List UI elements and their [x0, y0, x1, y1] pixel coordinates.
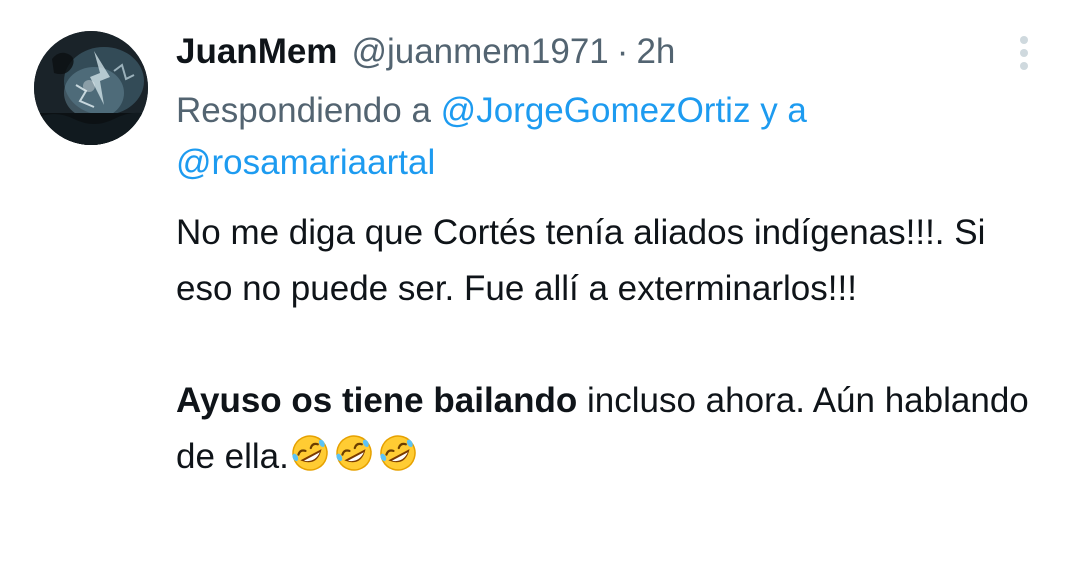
rolling-on-floor-laughing-emoji	[333, 432, 375, 474]
tweet-card[interactable]: JuanMem @juanmem1971 · 2h Respondiendo a…	[0, 0, 1066, 561]
mention-link-rosamariaartal[interactable]: @rosamariaartal	[176, 143, 435, 182]
reply-context: Respondiendo a @JorgeGomezOrtiz y a @ros…	[176, 85, 1006, 189]
tweet-text: No me diga que Cortés tenía aliados indí…	[176, 205, 1046, 485]
rolling-on-floor-laughing-emoji	[377, 432, 419, 474]
tweet-header: JuanMem @juanmem1971 · 2h	[176, 27, 675, 77]
tweet-paragraph-1: No me diga que Cortés tenía aliados indí…	[176, 213, 986, 308]
reply-prefix: Respondiendo a	[176, 91, 431, 130]
header-separator: ·	[616, 32, 629, 71]
bold-text: Ayuso os tiene bailando	[176, 381, 578, 420]
author-avatar[interactable]	[34, 31, 148, 145]
author-handle[interactable]: @juanmem1971	[351, 27, 608, 77]
mention-link-jorgegomezortiz[interactable]: @JorgeGomezOrtiz	[441, 91, 751, 130]
reply-joiner: y a	[760, 91, 807, 130]
more-options-button[interactable]	[1010, 33, 1038, 73]
avatar-image	[34, 31, 148, 145]
rolling-on-floor-laughing-emoji	[289, 432, 331, 474]
author-display-name[interactable]: JuanMem	[176, 27, 337, 77]
tweet-paragraph-2: Ayuso os tiene bailando incluso ahora. A…	[176, 373, 1046, 485]
tweet-timestamp[interactable]: 2h	[636, 27, 675, 77]
more-vertical-icon	[1020, 36, 1028, 70]
